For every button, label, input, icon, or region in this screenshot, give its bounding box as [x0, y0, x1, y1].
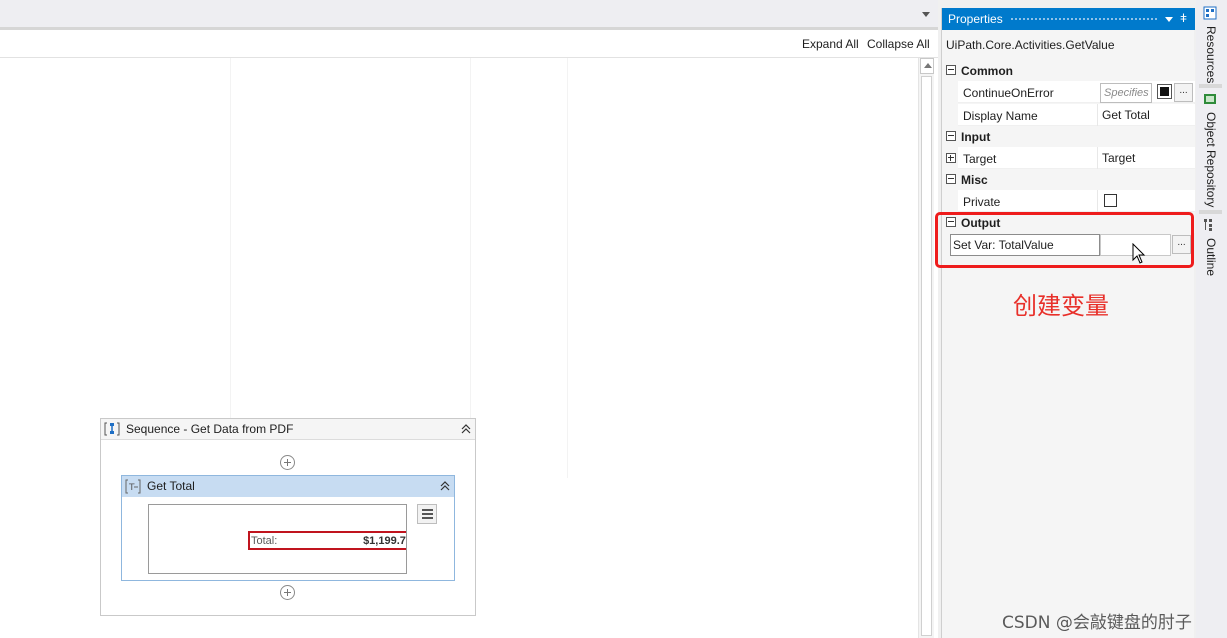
object-repository-icon [1204, 94, 1216, 104]
collapse-category-icon[interactable] [946, 65, 956, 75]
get-text-icon: T [125, 479, 141, 494]
property-row-continue-on-error: ContinueOnError Specifies ... [958, 81, 1195, 103]
properties-title: Properties [948, 12, 1003, 26]
designer-toolbar: Expand All Collapse All [0, 31, 938, 58]
app-window: Expand All Collapse All Sequence - Get D… [0, 0, 1227, 638]
outline-icon [1204, 219, 1212, 231]
category-misc[interactable]: Misc [942, 169, 1195, 190]
property-name: Target [963, 152, 997, 166]
resources-icon [1203, 6, 1217, 20]
properties-panel: Properties ǂ UiPath.Core.Activities.GetV… [941, 8, 1195, 638]
display-name-value[interactable]: Get Total [1102, 108, 1150, 122]
collapse-icon[interactable] [439, 480, 451, 492]
tab-label: Object Repository [1204, 112, 1218, 208]
annotation-text: 创建变量 [1013, 292, 1109, 320]
canvas-guide [470, 58, 471, 478]
activity-type-name: UiPath.Core.Activities.GetValue [946, 38, 1115, 52]
workflow-designer: Expand All Collapse All Sequence - Get D… [0, 0, 938, 638]
collapse-category-icon[interactable] [946, 174, 956, 184]
tab-dropdown-icon[interactable] [922, 12, 930, 17]
drag-grip[interactable] [1010, 17, 1158, 22]
scroll-thumb[interactable] [921, 76, 932, 636]
collapse-all-link[interactable]: Collapse All [867, 37, 930, 51]
svg-text:T: T [128, 483, 135, 493]
sequence-activity[interactable]: Sequence - Get Data from PDF T Get Total [100, 418, 476, 616]
watermark-text: CSDN @会敲键盘的肘子 [1002, 613, 1192, 633]
canvas-guide [567, 58, 568, 478]
activity-title: Get Total [147, 479, 195, 493]
pin-icon[interactable]: ǂ [1180, 11, 1187, 25]
scroll-up-button[interactable] [920, 58, 934, 74]
category-label: Common [961, 64, 1013, 78]
expand-all-link[interactable]: Expand All [802, 37, 859, 51]
target-preview-image: Total: $1,199.70 [148, 504, 407, 574]
property-name: Display Name [963, 109, 1038, 123]
preview-label: Total: [251, 535, 278, 547]
continue-on-error-input[interactable]: Specifies [1100, 83, 1152, 103]
collapse-icon[interactable] [460, 423, 472, 435]
properties-title-bar: Properties ǂ [942, 8, 1195, 30]
property-row-target: Target Target [946, 147, 1195, 169]
sequence-header[interactable]: Sequence - Get Data from PDF [101, 419, 475, 440]
panel-dropdown-icon[interactable] [1165, 17, 1173, 22]
get-total-activity[interactable]: T Get Total Total: $1,199.70 [121, 475, 455, 581]
sequence-title: Sequence - Get Data from PDF [126, 422, 294, 436]
document-tab-strip [0, 0, 938, 30]
activity-menu-button[interactable] [417, 504, 437, 524]
preview-value: $1,199.70 [363, 535, 406, 547]
side-tab-strip: Resources Object Repository Outline [1196, 0, 1227, 638]
expand-property-icon[interactable] [946, 153, 956, 163]
tab-label: Outline [1204, 238, 1218, 277]
property-row-display-name: Display Name Get Total [958, 104, 1195, 126]
canvas-guide [230, 58, 231, 478]
get-total-header[interactable]: T Get Total [122, 476, 454, 497]
add-activity-icon[interactable] [280, 585, 295, 600]
target-value[interactable]: Target [1102, 151, 1135, 165]
sequence-icon [104, 422, 120, 436]
expression-editor-button[interactable]: ... [1174, 83, 1193, 102]
property-name: ContinueOnError [963, 86, 1054, 100]
collapse-category-icon[interactable] [946, 131, 956, 141]
property-name: Private [963, 195, 1001, 209]
category-label: Input [961, 130, 991, 144]
output-highlight-box [935, 212, 1194, 268]
category-common[interactable]: Common [942, 60, 1195, 81]
category-label: Misc [961, 173, 988, 187]
variable-toggle-button[interactable] [1157, 84, 1172, 99]
property-row-private: Private [958, 190, 1195, 212]
add-activity-icon[interactable] [280, 455, 295, 470]
mouse-cursor-icon [1132, 243, 1146, 264]
target-selection-highlight: Total: $1,199.70 [248, 531, 406, 550]
category-input[interactable]: Input [942, 126, 1195, 147]
private-checkbox[interactable] [1104, 194, 1117, 207]
tab-label: Resources [1204, 26, 1218, 84]
designer-vertical-scrollbar[interactable] [918, 58, 934, 638]
arrow-up-icon [924, 63, 932, 68]
